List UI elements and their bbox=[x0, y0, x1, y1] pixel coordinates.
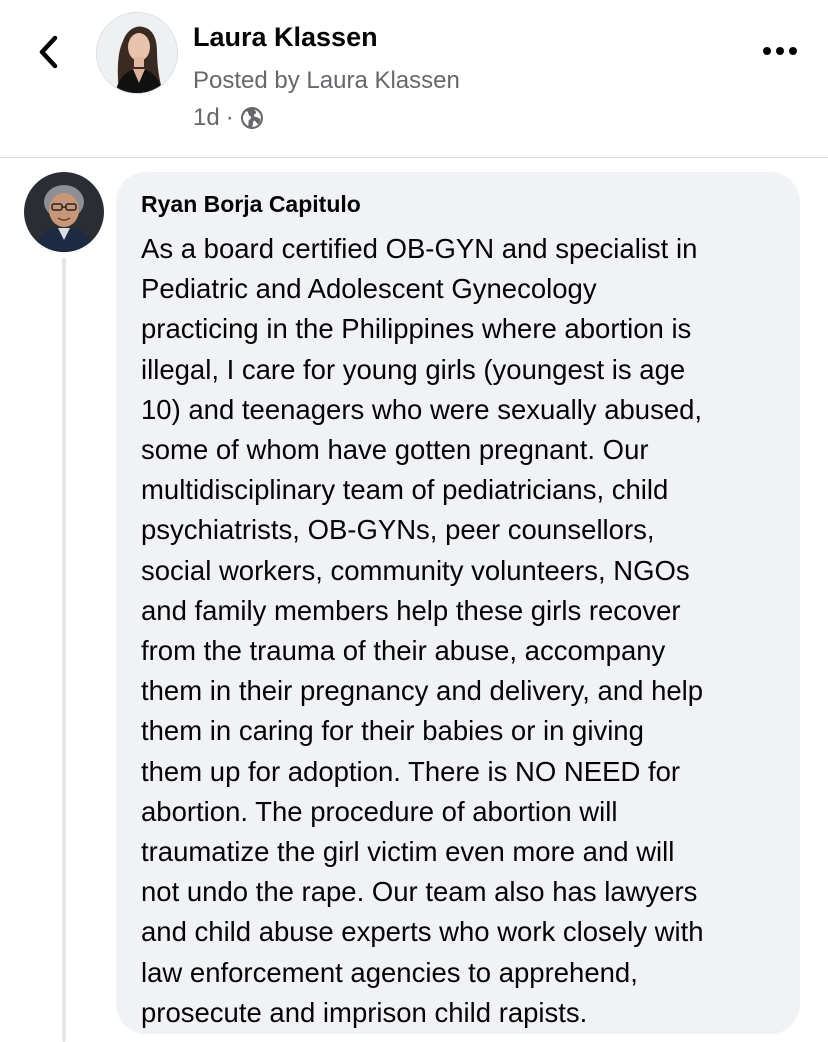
more-horizontal-icon bbox=[763, 47, 797, 55]
post-meta: 1d · bbox=[193, 104, 264, 132]
commenter-avatar[interactable] bbox=[24, 172, 104, 252]
post-header: Laura Klassen Posted by Laura Klassen 1d… bbox=[0, 0, 828, 158]
posted-by-label: Posted by Laura Klassen bbox=[193, 67, 460, 94]
post-comment-view: Laura Klassen Posted by Laura Klassen 1d… bbox=[0, 0, 828, 1042]
author-avatar[interactable] bbox=[96, 12, 178, 94]
post-author-name[interactable]: Laura Klassen bbox=[193, 22, 378, 53]
thread-line bbox=[62, 258, 66, 1042]
comment-text: As a board certified OB-GYN and speciali… bbox=[141, 233, 704, 1028]
globe-icon bbox=[240, 107, 263, 129]
more-options-button[interactable] bbox=[760, 36, 800, 66]
post-timestamp[interactable]: 1d bbox=[193, 104, 220, 132]
meta-separator: · bbox=[225, 104, 234, 131]
back-button[interactable] bbox=[28, 32, 68, 72]
chevron-left-icon bbox=[39, 35, 58, 69]
comment-bubble: Ryan Borja Capitulo As a board certified… bbox=[116, 172, 800, 1034]
commenter-name[interactable]: Ryan Borja Capitulo bbox=[141, 188, 780, 220]
